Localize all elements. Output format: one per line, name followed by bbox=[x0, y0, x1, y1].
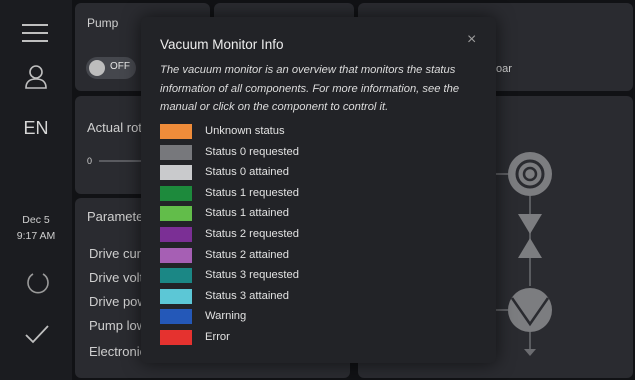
legend-swatch bbox=[160, 309, 192, 325]
legend-swatch bbox=[160, 330, 192, 345]
vacuum-diagram[interactable] bbox=[488, 136, 568, 366]
pressure-unit: oar bbox=[496, 63, 512, 75]
legend-swatch bbox=[160, 206, 192, 222]
legend-swatch bbox=[160, 124, 192, 139]
legend-item: Status 3 requested bbox=[160, 268, 480, 286]
pump-title: Pump bbox=[87, 16, 119, 30]
legend-swatch bbox=[160, 288, 192, 304]
toggle-knob bbox=[89, 60, 105, 76]
legend-item: Status 0 requested bbox=[160, 144, 480, 163]
legend-item: Unknown status bbox=[160, 124, 480, 142]
legend-label: Status 2 requested bbox=[205, 228, 299, 240]
legend-label: Status 0 attained bbox=[205, 166, 289, 179]
legend-swatch bbox=[160, 247, 192, 263]
legend-label: Status 3 attained bbox=[205, 289, 289, 302]
language-selector[interactable]: EN bbox=[0, 118, 72, 139]
param-row: Drive pow bbox=[89, 294, 147, 309]
legend-item: Status 2 requested bbox=[160, 227, 480, 245]
legend-label: Status 2 attained bbox=[205, 248, 289, 261]
param-row: Electronic bbox=[89, 344, 147, 359]
slider-min-label: 0 bbox=[87, 156, 93, 166]
pump-component-icon[interactable] bbox=[508, 152, 552, 196]
legend-label: Warning bbox=[205, 310, 247, 323]
parameters-title: Paramete bbox=[87, 209, 144, 224]
legend-item: Status 2 attained bbox=[160, 247, 480, 266]
legend-swatch bbox=[160, 268, 192, 284]
legend-swatch bbox=[160, 185, 192, 201]
legend-item: Status 0 attained bbox=[160, 165, 480, 183]
dialog-description: The vacuum monitor is an overview that m… bbox=[160, 64, 460, 113]
legend-item: Warning bbox=[160, 309, 480, 327]
time-label: 9:17 AM bbox=[16, 230, 56, 242]
user-icon[interactable] bbox=[24, 64, 48, 90]
valve-icon[interactable] bbox=[518, 238, 542, 258]
menu-icon[interactable] bbox=[20, 22, 50, 44]
legend-label: Status 3 requested bbox=[205, 269, 299, 282]
legend-label: Status 1 requested bbox=[205, 186, 299, 199]
param-row: Pump low bbox=[89, 318, 147, 333]
dialog-title: Vacuum Monitor Info bbox=[160, 37, 284, 52]
legend-swatch bbox=[160, 144, 192, 160]
legend-label: Error bbox=[205, 331, 230, 343]
legend-label: Unknown status bbox=[205, 125, 285, 137]
valve-icon[interactable] bbox=[518, 214, 542, 234]
legend-item: Error bbox=[160, 330, 480, 348]
legend-label: Status 0 requested bbox=[205, 145, 299, 158]
check-icon[interactable] bbox=[24, 323, 50, 345]
legend-item: Status 1 attained bbox=[160, 206, 480, 224]
param-row: Drive volt bbox=[89, 270, 144, 285]
pump-toggle[interactable]: OFF bbox=[86, 57, 136, 79]
legend-swatch bbox=[160, 227, 192, 242]
sidebar: EN Dec 5 9:17 AM bbox=[0, 0, 72, 380]
legend-label: Status 1 attained bbox=[205, 207, 289, 220]
date-label: Dec 5 bbox=[22, 214, 50, 226]
rotation-title: Actual rot bbox=[87, 120, 142, 135]
legend-item: Status 1 requested bbox=[160, 185, 480, 204]
close-icon[interactable]: × bbox=[467, 31, 476, 49]
datetime: Dec 5 9:17 AM bbox=[0, 212, 72, 244]
legend-swatch bbox=[160, 165, 192, 181]
toggle-label: OFF bbox=[110, 61, 130, 72]
vacuum-monitor-info-dialog: Vacuum Monitor Info × The vacuum monitor… bbox=[141, 17, 496, 363]
param-row: Drive curr bbox=[89, 246, 146, 261]
power-icon[interactable] bbox=[25, 270, 51, 296]
legend-item: Status 3 attained bbox=[160, 288, 480, 307]
